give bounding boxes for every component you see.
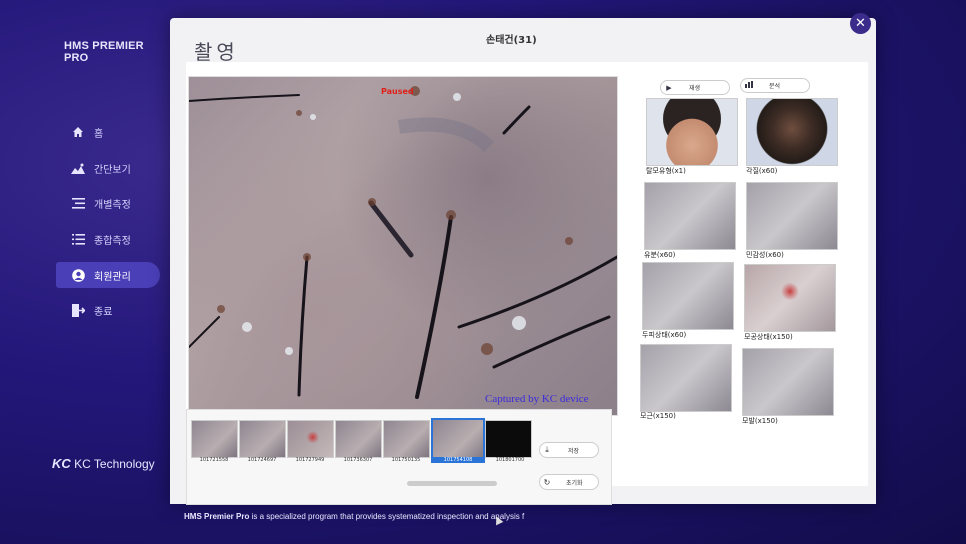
company-mark: KC xyxy=(52,456,71,471)
gallery-image-sensitivity[interactable] xyxy=(746,182,838,250)
gallery-label: 모근(x150) xyxy=(640,412,676,420)
sidebar-item-label: 회원관리 xyxy=(94,271,131,283)
thumbnail-strip: 101721558 101724697 101727949 101736307 … xyxy=(186,409,612,505)
analyze-label: 분석 xyxy=(769,83,781,90)
gallery-label: 탈모유형(x1) xyxy=(646,167,686,175)
gallery-label: 각질(x60) xyxy=(746,167,778,175)
brand-title: HMS PREMIER PRO xyxy=(64,40,144,64)
gallery-label: 모발(x150) xyxy=(742,417,778,425)
thumbnail[interactable] xyxy=(287,420,334,458)
sidebar-item-individual[interactable]: 개별측정 xyxy=(56,190,160,216)
close-button[interactable]: ✕ xyxy=(850,13,871,34)
user-icon xyxy=(70,268,86,282)
thumbnail-label: 101727949 xyxy=(295,457,325,463)
sidebar-item-label: 간단보기 xyxy=(94,164,131,176)
gallery-image-sebum[interactable] xyxy=(644,182,736,250)
thumbnail[interactable] xyxy=(239,420,286,458)
thumbnail-label: 101754108 xyxy=(431,457,485,463)
page-title: 촬영 xyxy=(194,40,239,64)
grid-list-icon xyxy=(70,232,86,246)
sidebar-item-quickview[interactable]: 간단보기 xyxy=(56,155,160,181)
bar-chart-icon xyxy=(741,81,757,90)
gallery-label: 모공상태(x150) xyxy=(744,333,793,341)
play-label: 재생 xyxy=(689,85,701,92)
sidebar-item-exit[interactable]: 종료 xyxy=(56,297,160,323)
sidebar-item-home[interactable]: 홈 xyxy=(56,119,160,145)
save-button[interactable]: ⤓ 저장 xyxy=(539,442,599,458)
sidebar-item-label: 종합측정 xyxy=(94,235,131,247)
paused-indicator: Paused xyxy=(381,87,414,96)
thumbnail-label: 101801700 xyxy=(495,457,525,463)
gallery-label: 유분(x60) xyxy=(644,251,676,259)
reset-button[interactable]: ↻ 초기화 xyxy=(539,474,599,490)
thumbnail-label: 101724697 xyxy=(247,457,277,463)
refresh-icon: ↻ xyxy=(543,477,551,487)
camera-view[interactable]: Paused Captured by KC device xyxy=(188,76,618,416)
sidebar-item-label: 홈 xyxy=(94,128,104,140)
download-icon: ⤓ xyxy=(545,445,549,454)
play-icon: ▶ xyxy=(666,83,672,92)
play-button[interactable]: ▶ 재생 xyxy=(660,80,730,95)
gallery-image-keratin[interactable] xyxy=(746,98,838,166)
company-name: KC Technology xyxy=(74,457,155,471)
thumbnail[interactable] xyxy=(335,420,382,458)
thumbnail[interactable] xyxy=(383,420,430,458)
thumbnail-scrollbar[interactable] xyxy=(407,481,497,486)
exit-icon xyxy=(70,303,86,317)
gallery-image-hair-root[interactable] xyxy=(640,344,732,412)
image-icon xyxy=(70,161,86,175)
gallery-label: 두피상태(x60) xyxy=(642,331,687,339)
footer-tagline: HMS Premier Pro is a specialized program… xyxy=(184,512,524,521)
gallery-image-pore-condition[interactable] xyxy=(744,264,836,332)
close-icon: ✕ xyxy=(855,16,866,31)
sidebar-item-comprehensive[interactable]: 종합측정 xyxy=(56,226,160,252)
reset-label: 초기화 xyxy=(566,479,583,487)
company-logo: KC KC Technology xyxy=(52,456,155,471)
gallery-image-scalp-condition[interactable] xyxy=(642,262,734,330)
thumbnail-label: 101750135 xyxy=(391,457,421,463)
gallery-image-hairloss-type[interactable] xyxy=(646,98,738,166)
thumbnail-selected[interactable] xyxy=(431,418,485,462)
capture-watermark: Captured by KC device xyxy=(485,393,589,405)
sidebar-item-label: 종료 xyxy=(94,306,113,318)
thumbnail-label: 101736307 xyxy=(343,457,373,463)
home-icon xyxy=(70,125,86,139)
analyze-button[interactable]: 분석 xyxy=(740,78,810,93)
scalp-image xyxy=(189,86,617,399)
sidebar: HMS PREMIER PRO 홈 간단보기 개별측정 종합측정 회원관리 종료 xyxy=(0,0,170,544)
save-label: 저장 xyxy=(568,447,580,455)
patient-name: 손태건(31) xyxy=(486,35,537,46)
tagline-product: HMS Premier Pro xyxy=(184,512,250,521)
tagline-text: is a specialized program that provides s… xyxy=(249,512,525,521)
list-icon xyxy=(70,196,86,210)
thumbnail[interactable] xyxy=(191,420,238,458)
thumbnail[interactable] xyxy=(485,420,532,458)
gallery-label: 민감성(x60) xyxy=(746,251,784,259)
gallery-image-hair[interactable] xyxy=(742,348,834,416)
sidebar-item-members[interactable]: 회원관리 xyxy=(56,262,160,288)
sidebar-item-label: 개별측정 xyxy=(94,199,131,211)
thumbnail-label: 101721558 xyxy=(199,457,229,463)
